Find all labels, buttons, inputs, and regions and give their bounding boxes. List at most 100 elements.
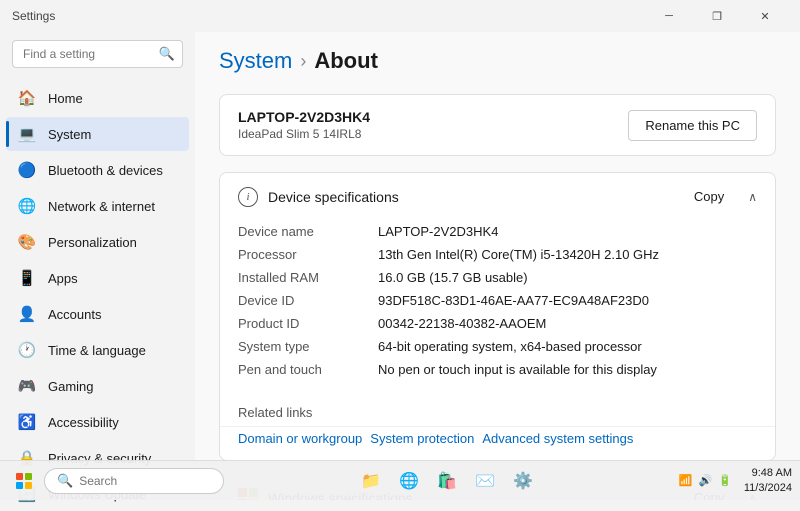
taskbar-left: 🔍 bbox=[8, 465, 224, 497]
pc-name: LAPTOP-2V2D3HK4 bbox=[238, 109, 370, 125]
taskbar: 🔍 📁 🌐 🛍️ ✉️ ⚙️ 📶 🔊 🔋 9:48 AM 11/3/2024 bbox=[0, 460, 800, 500]
volume-icon: 🔊 bbox=[698, 474, 712, 487]
sidebar-item-label: Accounts bbox=[48, 307, 101, 322]
search-icon: 🔍 bbox=[159, 46, 175, 62]
breadcrumb: System › About bbox=[219, 48, 776, 74]
breadcrumb-parent[interactable]: System bbox=[219, 48, 292, 74]
spec-label: Product ID bbox=[238, 316, 378, 331]
sidebar-item-home[interactable]: 🏠 Home bbox=[6, 81, 189, 115]
spec-label: Device name bbox=[238, 224, 378, 239]
spec-label: Installed RAM bbox=[238, 270, 378, 285]
spec-value: 93DF518C-83D1-46AE-AA77-EC9A48AF23D0 bbox=[378, 293, 649, 308]
device-specs-card: i Device specifications Copy ∧ Device na… bbox=[219, 172, 776, 461]
time-icon: 🕐 bbox=[18, 341, 36, 359]
sidebar-item-label: Network & internet bbox=[48, 199, 155, 214]
domain-workgroup-link[interactable]: Domain or workgroup bbox=[238, 431, 362, 446]
start-button[interactable] bbox=[8, 465, 40, 497]
pc-model: IdeaPad Slim 5 14IRL8 bbox=[238, 127, 370, 141]
system-protection-link[interactable]: System protection bbox=[370, 431, 474, 446]
device-specs-table: Device name LAPTOP-2V2D3HK4 Processor 13… bbox=[220, 220, 775, 397]
taskbar-app-settings[interactable]: ⚙️ bbox=[505, 463, 541, 499]
spec-label: System type bbox=[238, 339, 378, 354]
system-icon: 💻 bbox=[18, 125, 36, 143]
spec-row-device-name: Device name LAPTOP-2V2D3HK4 bbox=[238, 220, 757, 243]
sidebar-item-gaming[interactable]: 🎮 Gaming bbox=[6, 369, 189, 403]
search-box[interactable]: 🔍 bbox=[12, 40, 183, 68]
spec-row-device-id: Device ID 93DF518C-83D1-46AE-AA77-EC9A48… bbox=[238, 289, 757, 312]
device-specs-copy-button[interactable]: Copy bbox=[686, 185, 732, 208]
chevron-up-icon: ∧ bbox=[748, 190, 757, 204]
clock-date: 11/3/2024 bbox=[744, 481, 792, 495]
spec-value: 64-bit operating system, x64-based proce… bbox=[378, 339, 642, 354]
personalization-icon: 🎨 bbox=[18, 233, 36, 251]
sidebar-item-time[interactable]: 🕐 Time & language bbox=[6, 333, 189, 367]
spec-row-system-type: System type 64-bit operating system, x64… bbox=[238, 335, 757, 358]
sidebar-item-label: Bluetooth & devices bbox=[48, 163, 163, 178]
sidebar-item-accounts[interactable]: 👤 Accounts bbox=[6, 297, 189, 331]
apps-icon: 📱 bbox=[18, 269, 36, 287]
sidebar-item-label: Apps bbox=[48, 271, 78, 286]
pc-info: LAPTOP-2V2D3HK4 IdeaPad Slim 5 14IRL8 bbox=[238, 109, 370, 141]
spec-value: No pen or touch input is available for t… bbox=[378, 362, 657, 377]
spec-row-product-id: Product ID 00342-22138-40382-AAOEM bbox=[238, 312, 757, 335]
search-taskbar-icon: 🔍 bbox=[57, 473, 73, 489]
spec-value: 00342-22138-40382-AAOEM bbox=[378, 316, 546, 331]
taskbar-app-browser[interactable]: 🌐 bbox=[391, 463, 427, 499]
bluetooth-icon: 🔵 bbox=[18, 161, 36, 179]
taskbar-app-explorer[interactable]: 📁 bbox=[353, 463, 389, 499]
app-title: Settings bbox=[12, 9, 55, 23]
related-links: Domain or workgroup System protection Ad… bbox=[220, 426, 775, 460]
sidebar-item-accessibility[interactable]: ♿ Accessibility bbox=[6, 405, 189, 439]
advanced-system-settings-link[interactable]: Advanced system settings bbox=[482, 431, 633, 446]
taskbar-app-mail[interactable]: ✉️ bbox=[467, 463, 503, 499]
sidebar-item-label: Accessibility bbox=[48, 415, 119, 430]
search-input[interactable] bbox=[12, 40, 183, 68]
battery-icon: 🔋 bbox=[718, 474, 732, 487]
taskbar-right: 📶 🔊 🔋 9:48 AM 11/3/2024 bbox=[671, 466, 792, 495]
device-specs-title: Device specifications bbox=[268, 189, 399, 205]
close-button[interactable]: ✕ bbox=[742, 0, 788, 32]
spec-value: 16.0 GB (15.7 GB usable) bbox=[378, 270, 528, 285]
section-header-left: i Device specifications bbox=[238, 187, 399, 207]
accessibility-icon: ♿ bbox=[18, 413, 36, 431]
clock-time: 9:48 AM bbox=[744, 466, 792, 480]
spec-value: LAPTOP-2V2D3HK4 bbox=[378, 224, 498, 239]
gaming-icon: 🎮 bbox=[18, 377, 36, 395]
breadcrumb-separator: › bbox=[300, 51, 306, 72]
accounts-icon: 👤 bbox=[18, 305, 36, 323]
spec-label: Device ID bbox=[238, 293, 378, 308]
sidebar: 🔍 🏠 Home 💻 System 🔵 Bluetooth & devices … bbox=[0, 32, 195, 500]
minimize-button[interactable]: ─ bbox=[646, 0, 692, 32]
sidebar-item-label: Gaming bbox=[48, 379, 94, 394]
sidebar-item-network[interactable]: 🌐 Network & internet bbox=[6, 189, 189, 223]
taskbar-search-input[interactable] bbox=[79, 474, 211, 488]
sidebar-item-system[interactable]: 💻 System bbox=[6, 117, 189, 151]
info-icon: i bbox=[238, 187, 258, 207]
taskbar-apps: 📁 🌐 🛍️ ✉️ ⚙️ bbox=[353, 463, 541, 499]
taskbar-app-store[interactable]: 🛍️ bbox=[429, 463, 465, 499]
clock[interactable]: 9:48 AM 11/3/2024 bbox=[744, 466, 792, 495]
section-header-right: Copy ∧ bbox=[686, 185, 757, 208]
spec-row-processor: Processor 13th Gen Intel(R) Core(TM) i5-… bbox=[238, 243, 757, 266]
sidebar-item-label: Time & language bbox=[48, 343, 146, 358]
spec-label: Pen and touch bbox=[238, 362, 378, 377]
maximize-button[interactable]: ❐ bbox=[694, 0, 740, 32]
network-icon: 🌐 bbox=[18, 197, 36, 215]
windows-start-icon bbox=[16, 473, 32, 489]
app-container: 🔍 🏠 Home 💻 System 🔵 Bluetooth & devices … bbox=[0, 32, 800, 500]
sidebar-item-bluetooth[interactable]: 🔵 Bluetooth & devices bbox=[6, 153, 189, 187]
pc-name-card: LAPTOP-2V2D3HK4 IdeaPad Slim 5 14IRL8 Re… bbox=[219, 94, 776, 156]
sidebar-item-label: Home bbox=[48, 91, 83, 106]
titlebar: Settings ─ ❐ ✕ bbox=[0, 0, 800, 32]
rename-pc-button[interactable]: Rename this PC bbox=[628, 110, 757, 141]
window-controls: ─ ❐ ✕ bbox=[646, 0, 788, 32]
device-specs-header[interactable]: i Device specifications Copy ∧ bbox=[220, 173, 775, 220]
spec-label: Processor bbox=[238, 247, 378, 262]
taskbar-search[interactable]: 🔍 bbox=[44, 468, 224, 494]
system-tray[interactable]: 📶 🔊 🔋 bbox=[671, 470, 740, 491]
sidebar-item-label: Personalization bbox=[48, 235, 137, 250]
wifi-icon: 📶 bbox=[679, 474, 693, 487]
sidebar-item-personalization[interactable]: 🎨 Personalization bbox=[6, 225, 189, 259]
related-links-label: Related links bbox=[220, 397, 775, 426]
sidebar-item-apps[interactable]: 📱 Apps bbox=[6, 261, 189, 295]
